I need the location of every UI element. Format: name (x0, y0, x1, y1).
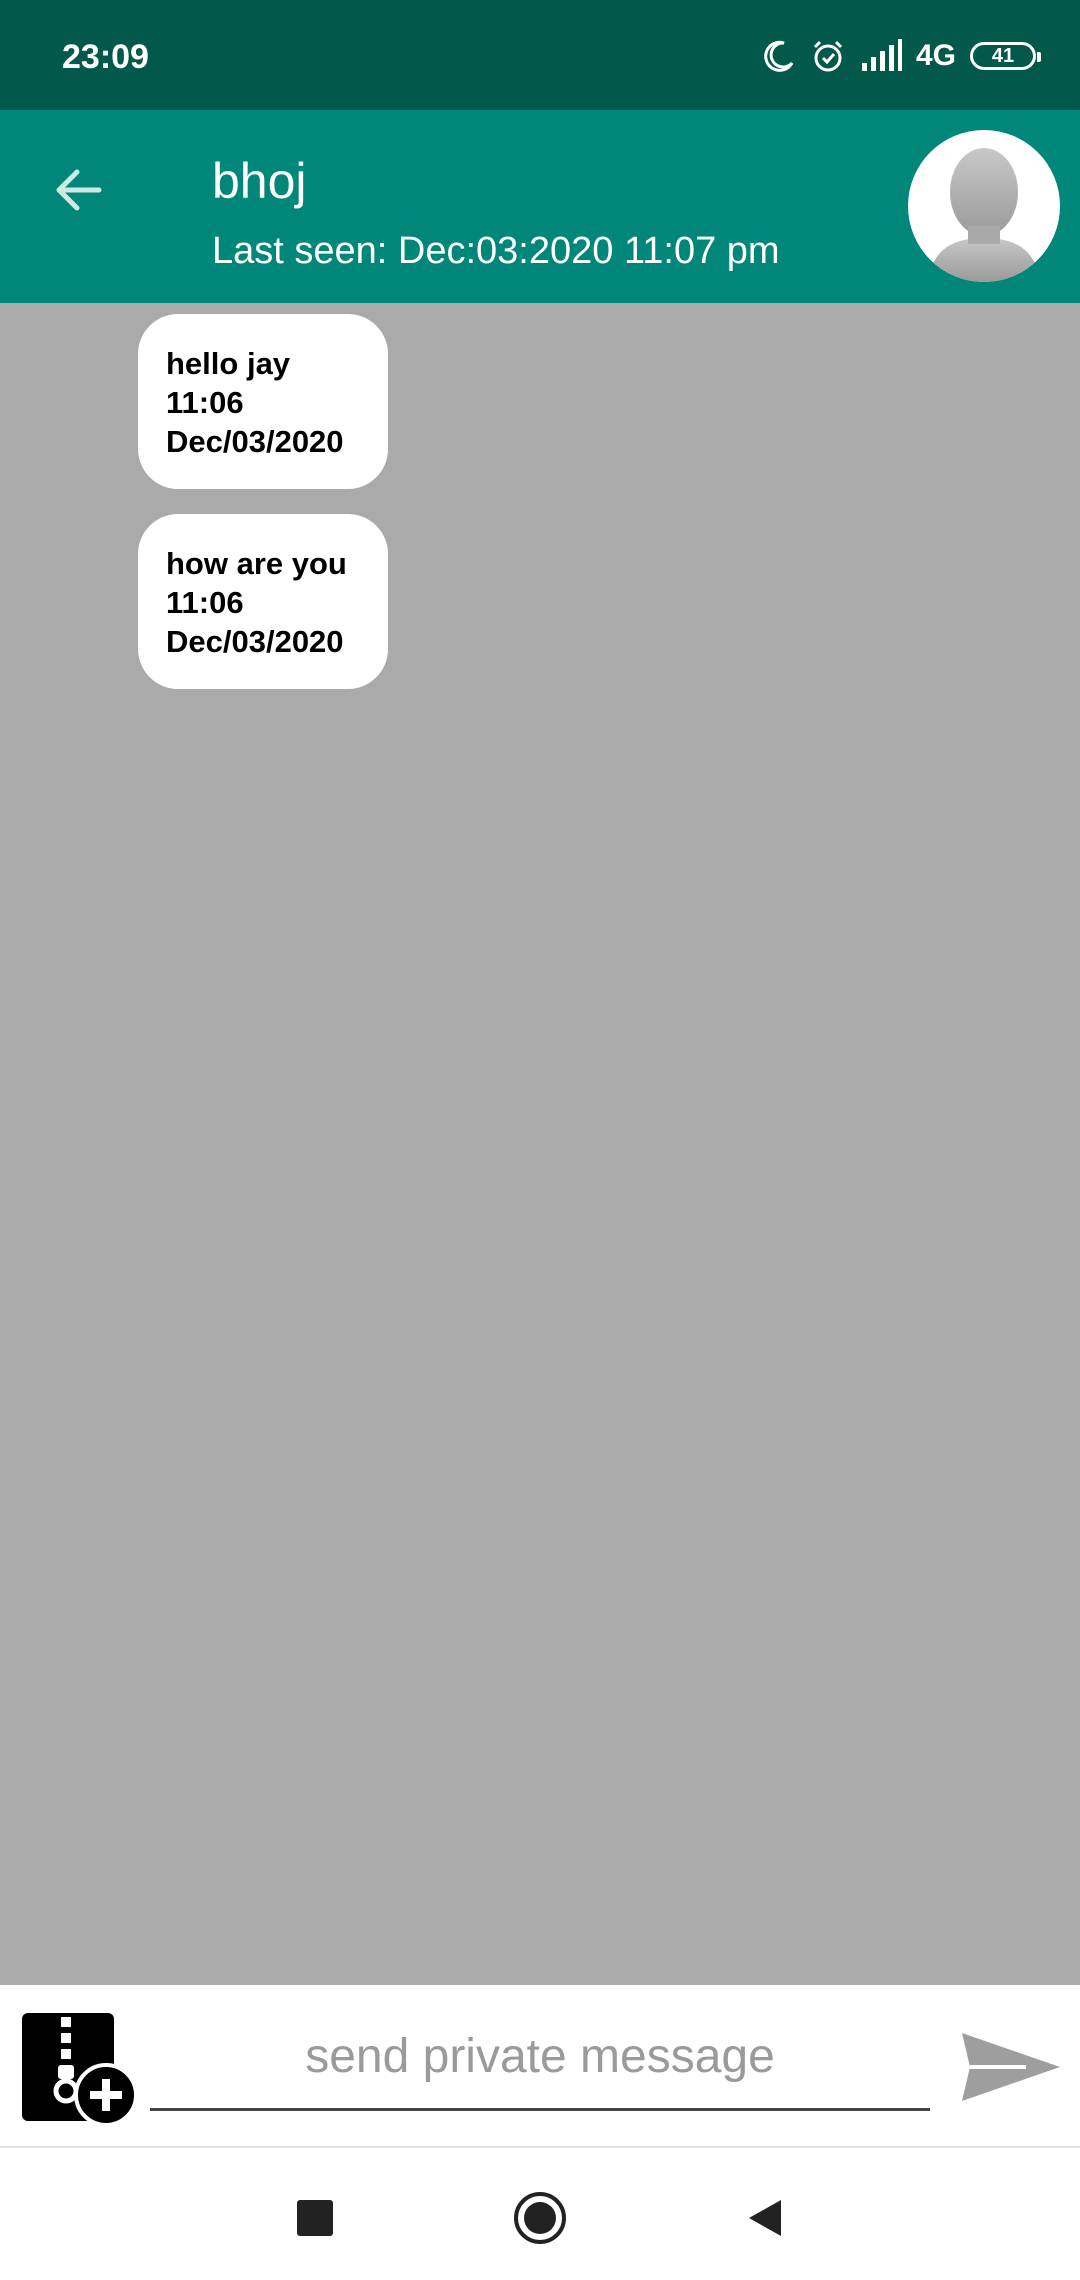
send-icon (962, 2033, 1060, 2101)
moon-icon (762, 39, 796, 73)
zip-file-add-icon (22, 2013, 138, 2127)
battery-icon: 41 (970, 42, 1041, 70)
message-bubble[interactable]: how are you 11:06 Dec/03/2020 (138, 514, 388, 689)
person-silhouette-icon (928, 148, 1040, 282)
back-button[interactable] (42, 156, 114, 228)
status-icons: 4G 41 (762, 34, 1041, 78)
status-time: 23:09 (62, 38, 149, 76)
recent-apps-square-icon (297, 2200, 333, 2236)
system-navigation-bar (0, 2148, 1080, 2280)
message-time: 11:06 (166, 385, 244, 420)
chat-header: bhoj Last seen: Dec:03:2020 11:07 pm (0, 110, 1080, 303)
battery-level: 41 (991, 44, 1015, 67)
arrow-left-icon (53, 168, 103, 217)
message-bubble[interactable]: hello jay 11:06 Dec/03/2020 (138, 314, 388, 489)
message-input[interactable] (150, 2005, 930, 2111)
message-input-bar (0, 1985, 1080, 2148)
back-triangle-icon (749, 2200, 781, 2236)
message-text: how are you (166, 546, 347, 581)
attach-file-button[interactable] (18, 2007, 140, 2127)
message-date: Dec/03/2020 (166, 424, 344, 459)
message-text: hello jay (166, 346, 291, 381)
status-bar: 23:09 4G 41 (0, 0, 1080, 110)
recent-apps-button[interactable] (285, 2188, 345, 2248)
message-date: Dec/03/2020 (166, 624, 344, 659)
back-nav-button[interactable] (735, 2188, 795, 2248)
home-button[interactable] (510, 2188, 570, 2248)
message-time: 11:06 (166, 585, 244, 620)
avatar[interactable] (908, 130, 1060, 282)
home-circle-icon (514, 2192, 566, 2244)
chat-messages-area[interactable]: hello jay 11:06 Dec/03/2020 how are you … (0, 303, 1080, 1985)
contact-name[interactable]: bhoj (212, 152, 307, 210)
last-seen-status: Last seen: Dec:03:2020 11:07 pm (212, 230, 780, 272)
send-button[interactable] (956, 2015, 1066, 2125)
network-type: 4G (915, 39, 956, 72)
signal-icon (860, 39, 902, 73)
alarm-icon (810, 38, 846, 74)
